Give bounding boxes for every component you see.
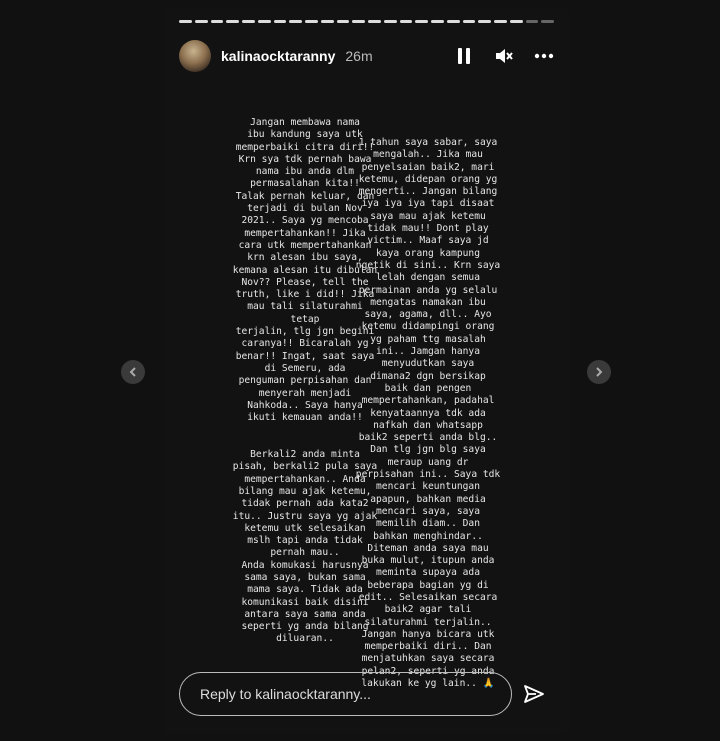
- story-controls: [454, 46, 554, 66]
- story-timestamp: 26m: [345, 48, 373, 64]
- progress-segment: [257, 20, 271, 23]
- username[interactable]: kalinaocktaranny: [221, 48, 335, 64]
- avatar[interactable]: [179, 40, 211, 72]
- progress-segment: [226, 20, 239, 23]
- progress-segment: [383, 20, 397, 23]
- story-content[interactable]: Jangan membawa nama ibu kandung saya utk…: [163, 97, 570, 689]
- progress-segment: [194, 20, 208, 23]
- send-button[interactable]: [523, 683, 545, 705]
- story-header: kalinaocktaranny 26m: [179, 35, 554, 77]
- progress-segment: [415, 20, 428, 23]
- progress-segment: [320, 20, 334, 23]
- progress-segment: [446, 20, 460, 23]
- progress-segment: [179, 20, 192, 23]
- previous-story-button[interactable]: [121, 360, 145, 384]
- reply-placeholder: Reply to kalinaocktaranny...: [200, 686, 371, 702]
- pause-button[interactable]: [454, 46, 474, 66]
- pause-icon: [458, 48, 470, 64]
- paper-plane-icon: [524, 685, 544, 703]
- progress-segment: [399, 20, 413, 23]
- reply-input[interactable]: Reply to kalinaocktaranny...: [179, 672, 512, 716]
- progress-segment: [462, 20, 476, 23]
- mute-button[interactable]: [494, 46, 514, 66]
- progress-segment: [431, 20, 444, 23]
- progress-segment: [242, 20, 255, 23]
- progress-segment: [509, 20, 523, 23]
- story-text-right: 1 tahun saya sabar, saya mengalah.. Jika…: [355, 137, 501, 690]
- progress-segment: [541, 20, 554, 23]
- story-progress-bar: [179, 20, 554, 23]
- story-viewer: kalinaocktaranny 26m Jangan membawa nama…: [163, 7, 570, 734]
- progress-segment: [305, 20, 318, 23]
- progress-segment: [478, 20, 491, 23]
- more-options-button[interactable]: [534, 46, 554, 66]
- speaker-muted-icon: [496, 49, 513, 63]
- progress-segment: [494, 20, 507, 23]
- more-horizontal-icon: [534, 53, 554, 59]
- progress-segment: [368, 20, 381, 23]
- progress-segment: [289, 20, 302, 23]
- chevron-right-icon: [596, 367, 603, 377]
- progress-segment: [273, 20, 287, 23]
- next-story-button[interactable]: [587, 360, 611, 384]
- progress-segment: [336, 20, 350, 23]
- progress-segment: [352, 20, 365, 23]
- progress-segment: [525, 20, 539, 23]
- chevron-left-icon: [129, 367, 136, 377]
- progress-segment: [210, 20, 224, 23]
